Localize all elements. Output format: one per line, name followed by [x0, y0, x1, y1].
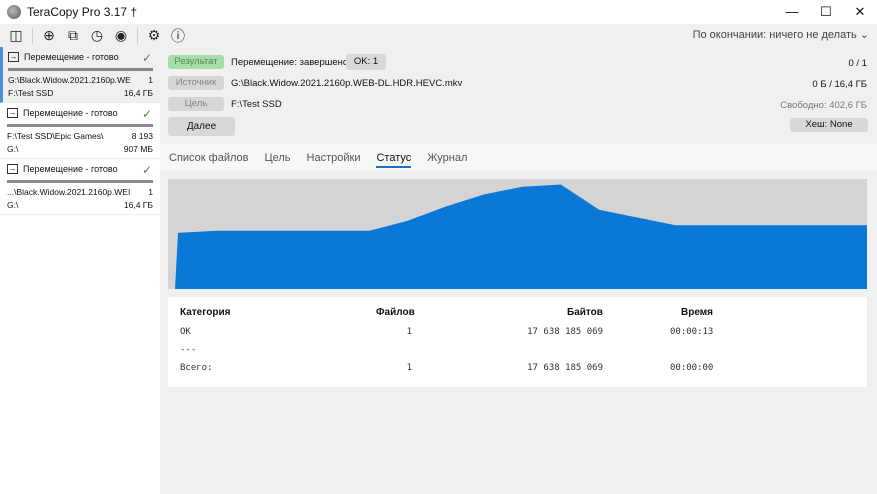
- job-target: G:\: [7, 144, 19, 154]
- tab-log[interactable]: Журнал: [427, 152, 467, 164]
- row-files: 1: [406, 363, 412, 373]
- job-status: Перемещение - готово: [24, 52, 119, 62]
- job-item[interactable]: → Перемещение - готово ✓ ...\Black.Widow.…: [0, 159, 160, 215]
- account-icon[interactable]: ◉: [113, 27, 129, 44]
- tab-file-list[interactable]: Список файлов: [169, 152, 248, 164]
- job-source: ...\Black.Widow.2021.2160p.WEI: [7, 187, 131, 197]
- bytes-progress: 0 Б / 16,4 ГБ: [812, 79, 867, 90]
- job-size: 16,4 ГБ: [123, 88, 153, 98]
- header-bytes: Байтов: [567, 307, 603, 318]
- history-icon[interactable]: ◷: [89, 27, 105, 44]
- tab-target[interactable]: Цель: [264, 152, 290, 164]
- row-category: Всего:: [180, 363, 213, 373]
- job-size: 907 МБ: [123, 144, 153, 154]
- row-separator: ---: [180, 345, 197, 355]
- files-progress: 0 / 1: [848, 58, 868, 69]
- result-text: Перемещение: завершено: [231, 57, 349, 68]
- job-progress-bar: [7, 124, 153, 127]
- job-details: Результат Перемещение: завершено OK: 1 0…: [160, 47, 877, 494]
- info-icon[interactable]: ⓘ: [170, 28, 186, 44]
- row-time: 00:00:00: [670, 363, 714, 373]
- window-title: TeraCopy Pro 3.17 †: [27, 5, 138, 19]
- job-count: 1: [148, 187, 153, 197]
- ok-badge[interactable]: OK: 1: [346, 54, 386, 70]
- gear-icon[interactable]: ⚙: [146, 27, 162, 44]
- target-path: F:\Test SSD: [231, 99, 282, 110]
- row-time: 00:00:13: [670, 327, 714, 337]
- row-category: OK: [180, 327, 191, 337]
- minimize-button[interactable]: —: [775, 0, 809, 24]
- header-files: Файлов: [376, 307, 415, 318]
- job-status: Перемещение - готово: [23, 164, 118, 174]
- header-time: Время: [681, 307, 713, 318]
- tab-settings[interactable]: Настройки: [307, 152, 361, 164]
- divider: [32, 27, 33, 44]
- check-icon: ✓: [141, 163, 152, 177]
- header-category: Категория: [180, 307, 231, 318]
- move-icon: →: [7, 108, 18, 118]
- app-logo-icon: [7, 5, 21, 19]
- move-icon: →: [8, 52, 19, 62]
- row-bytes: 17 638 185 069: [527, 363, 603, 373]
- check-icon: ✓: [141, 107, 152, 121]
- tab-bar: Список файлов Цель Настройки Статус Журн…: [160, 144, 877, 171]
- job-target: G:\: [7, 200, 19, 210]
- title-bar: TeraCopy Pro 3.17 † — ☐ ✕: [0, 0, 877, 24]
- stats-table: Категория Файлов Байтов Время OK 1 17 63…: [168, 297, 867, 387]
- job-size: 16,4 ГБ: [123, 200, 153, 210]
- on-finish-dropdown[interactable]: По окончании: ничего не делать ⌄: [693, 28, 869, 41]
- tab-status[interactable]: Статус: [376, 152, 411, 168]
- job-status: Перемещение - готово: [23, 108, 118, 118]
- job-count: 1: [148, 75, 153, 85]
- target-label: Цель: [168, 97, 224, 111]
- job-count: 8 193: [131, 131, 153, 141]
- job-item[interactable]: → Перемещение - готово ✓ F:\Test SSD\Epic…: [0, 103, 160, 159]
- speed-area: [175, 184, 867, 289]
- job-source: G:\Black.Widow.2021.2160p.WE: [8, 75, 131, 85]
- row-files: 1: [406, 327, 412, 337]
- add-icon[interactable]: ⊕: [41, 27, 57, 44]
- source-label: Источник: [168, 76, 224, 90]
- sidebar-toggle-icon[interactable]: ◫: [8, 27, 24, 44]
- copy-icon[interactable]: ⧉: [65, 27, 81, 44]
- divider: [137, 27, 138, 44]
- source-path: G:\Black.Widow.2021.2160p.WEB-DL.HDR.HEV…: [231, 78, 463, 89]
- check-icon: ✓: [141, 51, 152, 65]
- move-icon: →: [7, 164, 18, 174]
- next-button[interactable]: Далее: [168, 117, 235, 136]
- speed-graph: [168, 179, 867, 289]
- job-progress-bar: [8, 68, 153, 71]
- job-target: F:\Test SSD: [8, 88, 54, 98]
- job-progress-bar: [7, 180, 153, 183]
- maximize-button[interactable]: ☐: [809, 0, 843, 24]
- job-list: → Перемещение - готово ✓ G:\Black.Widow.2…: [0, 47, 160, 494]
- hash-button[interactable]: Хеш: None: [790, 118, 868, 132]
- job-item[interactable]: → Перемещение - готово ✓ G:\Black.Widow.2…: [0, 47, 160, 103]
- close-button[interactable]: ✕: [843, 0, 877, 24]
- row-bytes: 17 638 185 069: [527, 327, 603, 337]
- job-source: F:\Test SSD\Epic Games\: [7, 131, 104, 141]
- result-label: Результат: [168, 55, 224, 69]
- free-space: Свободно: 402,6 ГБ: [780, 100, 867, 111]
